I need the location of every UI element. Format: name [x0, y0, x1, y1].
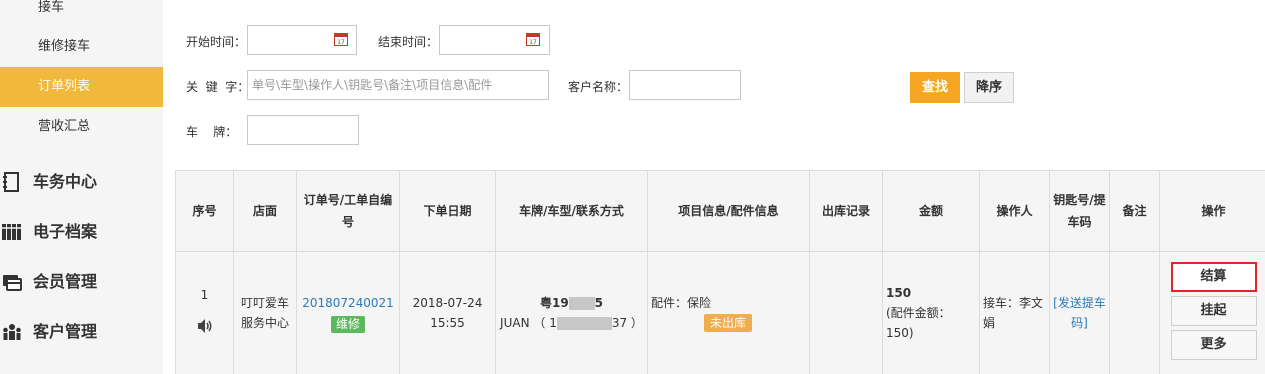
header-order-date: 下单日期: [399, 170, 496, 252]
cell-order-no: 201807240021 维修: [296, 251, 400, 374]
order-type-badge: 维修: [330, 315, 365, 333]
svg-text:17: 17: [337, 39, 345, 46]
cell-operator: 接车：李文娟: [979, 251, 1050, 374]
amount-total: 150: [886, 286, 912, 300]
keyword-label: 关 键 字：: [186, 80, 250, 94]
cell-store: 叮叮爱车服务中心: [233, 251, 297, 374]
sidebar-item-label: 维修接车: [38, 39, 91, 54]
more-button[interactable]: 更多: [1170, 330, 1257, 360]
svg-text:17: 17: [529, 39, 537, 46]
end-time-input[interactable]: 17: [439, 25, 550, 55]
contact-name: JUAN: [500, 316, 530, 330]
cell-key: [发送提车码]: [1049, 251, 1110, 374]
outbound-status-badge: 未出库: [704, 314, 753, 332]
start-time-label: 开始时间：: [186, 35, 247, 49]
sidebar: 接车 维修接车 订单列表 营收汇总 车务中心 电子档案 会员管理 客户管理: [0, 0, 163, 374]
sidebar-section-customer-management[interactable]: 客户管理: [0, 310, 163, 354]
sidebar-item-revenue-summary[interactable]: 营收汇总: [0, 107, 163, 147]
plate-number: 粤19 5: [499, 293, 644, 313]
contact-phone-end: 37 ）: [611, 316, 643, 330]
store-name: 叮叮爱车服务中心: [240, 296, 289, 330]
plate-prefix: 粤19: [539, 296, 569, 310]
member-card-icon: [3, 275, 22, 291]
order-number-link[interactable]: 201807240021: [300, 293, 396, 313]
calendar-icon[interactable]: 17: [334, 32, 348, 46]
header-actions: 操作: [1159, 170, 1265, 252]
sidebar-section-label: 客户管理: [33, 322, 98, 341]
cell-outbound: [809, 251, 883, 374]
plate-input[interactable]: [247, 115, 359, 145]
speaker-icon[interactable]: [196, 317, 214, 335]
order-time: 15:55: [430, 316, 465, 330]
cell-amount: 150 (配件金额：150): [882, 251, 980, 374]
sidebar-section-member-management[interactable]: 会员管理: [0, 260, 163, 304]
sidebar-item-label: 营收汇总: [38, 119, 91, 134]
row-index: 1: [200, 288, 209, 302]
header-order-no: 订单号/工单自编号: [296, 170, 400, 252]
header-amount: 金额: [882, 170, 980, 252]
header-index: 序号: [175, 170, 234, 252]
cell-vehicle: 粤19 5 JUAN （ 1 37 ）: [495, 251, 648, 374]
cell-project: 配件：保险 未出库: [647, 251, 810, 374]
table-row: 1 叮叮爱车服务中心 201807240021 维修 2018-07-24 15…: [175, 251, 1265, 374]
header-vehicle: 车牌/车型/联系方式: [495, 170, 648, 252]
sort-desc-button[interactable]: 降序: [964, 72, 1014, 103]
sidebar-section-label: 电子档案: [33, 222, 98, 241]
sidebar-section-label: 车务中心: [33, 172, 98, 191]
operator-name: 接车：李文娟: [983, 296, 1044, 330]
keyword-placeholder: 单号\车型\操作人\钥匙号\备注\项目信息\配件: [252, 78, 493, 92]
table-header-row: 序号 店面 订单号/工单自编号 下单日期 车牌/车型/联系方式 项目信息/配件信…: [175, 170, 1265, 252]
document-icon: [3, 172, 19, 192]
header-operator: 操作人: [979, 170, 1050, 252]
masked-text: [556, 317, 612, 330]
header-store: 店面: [233, 170, 297, 252]
customer-name-label: 客户名称：: [568, 80, 629, 94]
end-time-label: 结束时间：: [378, 35, 439, 49]
cell-index: 1: [175, 251, 234, 374]
search-button[interactable]: 查找: [910, 72, 960, 103]
sidebar-item-pickup[interactable]: 接车: [0, 0, 163, 28]
hold-button[interactable]: 挂起: [1170, 296, 1257, 326]
keyword-input[interactable]: 单号\车型\操作人\钥匙号\备注\项目信息\配件: [247, 70, 549, 100]
cell-order-date: 2018-07-24 15:55: [399, 251, 496, 374]
start-time-input[interactable]: 17: [247, 25, 357, 55]
header-outbound: 出库记录: [809, 170, 883, 252]
sidebar-section-label: 会员管理: [33, 272, 98, 291]
sidebar-item-repair-pickup[interactable]: 维修接车: [0, 27, 163, 67]
order-date: 2018-07-24: [412, 296, 483, 310]
masked-text: [568, 297, 595, 310]
calendar-icon[interactable]: 17: [526, 32, 540, 46]
plate-label: 车 牌：: [186, 125, 238, 139]
archive-icon: [2, 224, 22, 240]
cell-remark: [1109, 251, 1160, 374]
settle-button[interactable]: 结算: [1170, 262, 1257, 292]
contact-phone-start: （ 1: [533, 316, 557, 330]
sidebar-item-order-list[interactable]: 订单列表: [0, 67, 163, 107]
contact-info: JUAN （ 1 37 ）: [499, 313, 644, 333]
customers-icon: [3, 324, 21, 340]
sidebar-item-label: 订单列表: [38, 79, 91, 94]
sidebar-section-e-archive[interactable]: 电子档案: [0, 210, 163, 254]
header-project: 项目信息/配件信息: [647, 170, 810, 252]
send-pickup-code-link[interactable]: [发送提车码]: [1053, 296, 1106, 330]
sidebar-section-vehicle-center[interactable]: 车务中心: [0, 160, 163, 204]
customer-name-input[interactable]: [629, 70, 741, 100]
amount-detail: (配件金额：150): [886, 306, 951, 340]
project-info: 配件：保险: [651, 296, 712, 310]
cell-actions: 结算 挂起 更多: [1159, 251, 1265, 374]
sidebar-item-label: 接车: [38, 0, 65, 15]
plate-suffix: 5: [594, 296, 604, 310]
header-remark: 备注: [1109, 170, 1160, 252]
orders-table: 序号 店面 订单号/工单自编号 下单日期 车牌/车型/联系方式 项目信息/配件信…: [175, 170, 1265, 374]
header-key: 钥匙号/提车码: [1049, 170, 1110, 252]
